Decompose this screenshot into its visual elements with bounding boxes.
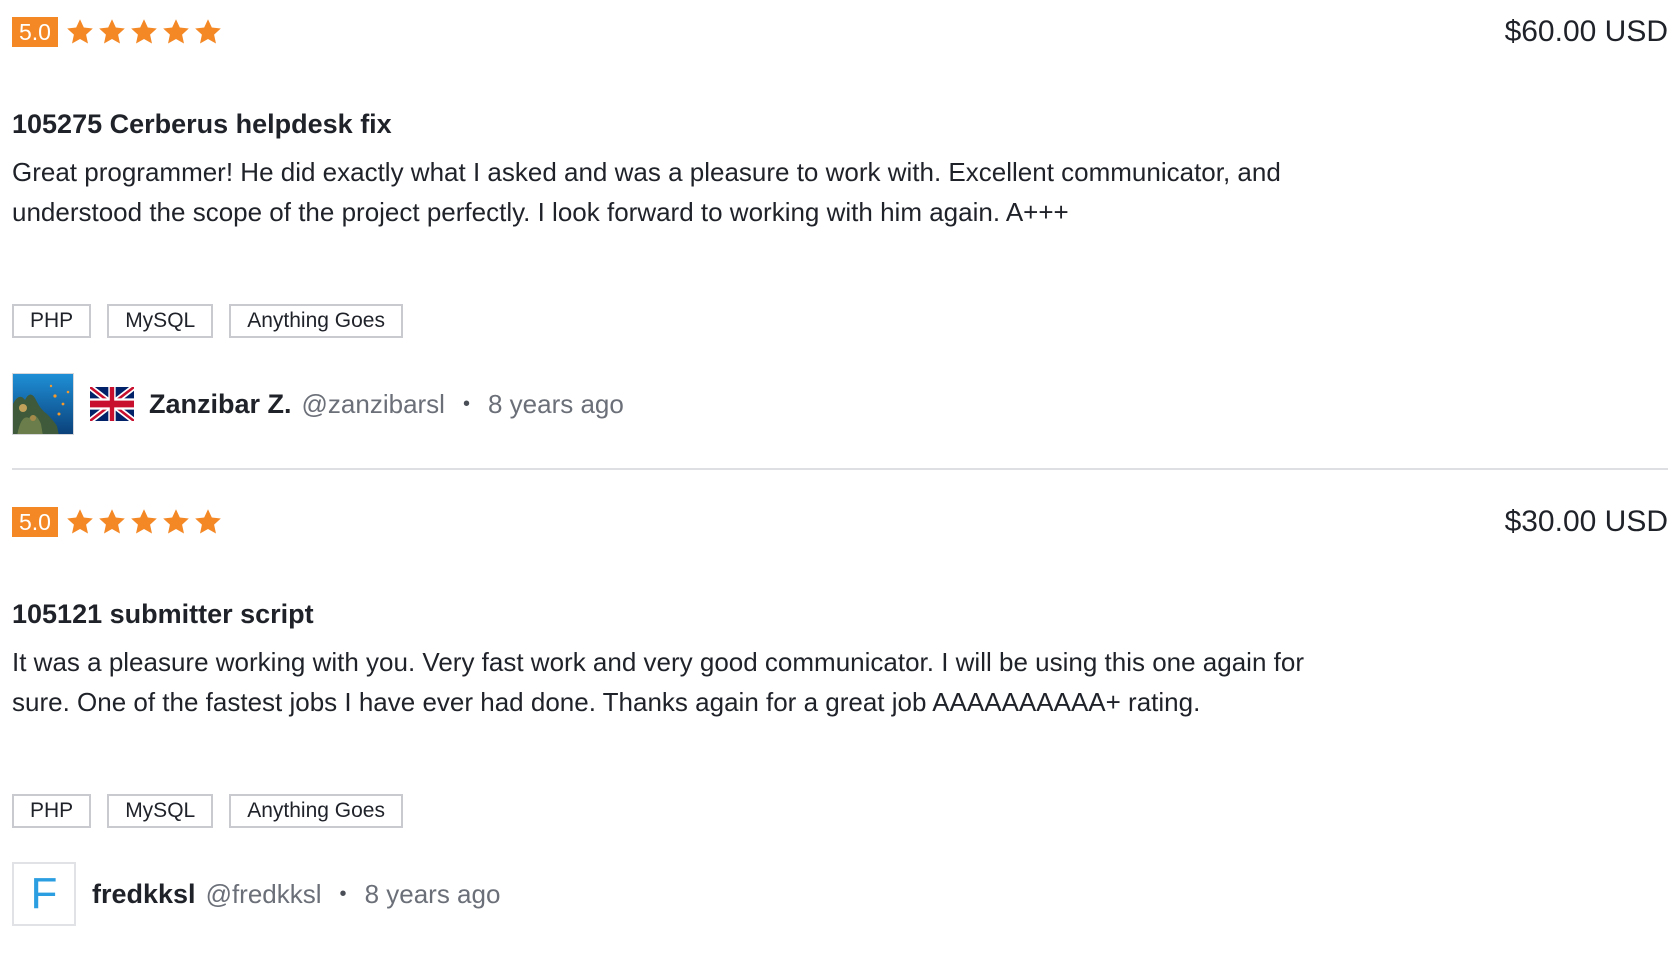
reviewer-info: F fredkksl @fredkksl • 8 years ago xyxy=(12,862,500,926)
avatar[interactable] xyxy=(12,373,74,435)
star-icon xyxy=(161,17,191,47)
star-icon xyxy=(129,17,159,47)
review-item: 5.0 $60.00 USD 105275 Cerberus helpdesk … xyxy=(12,0,1668,470)
coral-reef-photo xyxy=(13,374,73,434)
star-icon xyxy=(193,507,223,537)
project-title: 105121 submitter script xyxy=(12,599,314,629)
star-rating xyxy=(65,507,225,537)
skill-tag[interactable]: Anything Goes xyxy=(229,794,403,828)
star-icon xyxy=(65,17,95,47)
avatar[interactable]: F xyxy=(12,862,76,926)
star-rating xyxy=(65,17,225,47)
rating-badge: 5.0 xyxy=(12,17,58,47)
star-icon xyxy=(129,507,159,537)
skill-tag[interactable]: PHP xyxy=(12,794,92,828)
reviewer-handle: @zanzibarsl xyxy=(301,388,445,419)
review-time: 8 years ago xyxy=(487,388,624,419)
project-title: 105275 Cerberus helpdesk fix xyxy=(12,109,392,139)
rating-row: 5.0 xyxy=(12,16,225,48)
star-icon xyxy=(161,507,191,537)
star-icon xyxy=(65,507,95,537)
reviewer-name[interactable]: Zanzibar Z. xyxy=(149,389,292,420)
reviewer-name[interactable]: fredkksl xyxy=(92,879,196,910)
review-time: 8 years ago xyxy=(364,878,501,909)
star-icon xyxy=(97,507,127,537)
dot-separator: • xyxy=(339,882,347,905)
skill-tags: PHP MySQL Anything Goes xyxy=(12,304,419,338)
reviews-list: 5.0 $60.00 USD 105275 Cerberus helpdesk … xyxy=(0,0,1680,930)
skill-tag[interactable]: PHP xyxy=(12,304,92,338)
reviewer-handle: @fredkksl xyxy=(205,878,322,909)
review-divider xyxy=(12,468,1668,470)
skill-tag[interactable]: Anything Goes xyxy=(229,304,403,338)
reviewer-info: Zanzibar Z. @zanzibarsl • 8 years ago xyxy=(12,372,624,436)
skill-tag[interactable]: MySQL xyxy=(107,304,214,338)
review-text: It was a pleasure working with you. Very… xyxy=(12,647,1304,717)
review-text: Great programmer! He did exactly what I … xyxy=(12,157,1281,227)
uk-flag-icon xyxy=(90,387,134,421)
review-item: 5.0 $30.00 USD 105121 submitter script I… xyxy=(12,490,1668,960)
star-icon xyxy=(97,17,127,47)
project-price: $60.00 USD xyxy=(1504,15,1668,48)
project-price: $30.00 USD xyxy=(1504,505,1668,538)
star-icon xyxy=(193,17,223,47)
skill-tag[interactable]: MySQL xyxy=(107,794,214,828)
dot-separator: • xyxy=(462,392,470,415)
rating-row: 5.0 xyxy=(12,506,225,538)
rating-badge: 5.0 xyxy=(12,507,58,537)
skill-tags: PHP MySQL Anything Goes xyxy=(12,794,419,828)
